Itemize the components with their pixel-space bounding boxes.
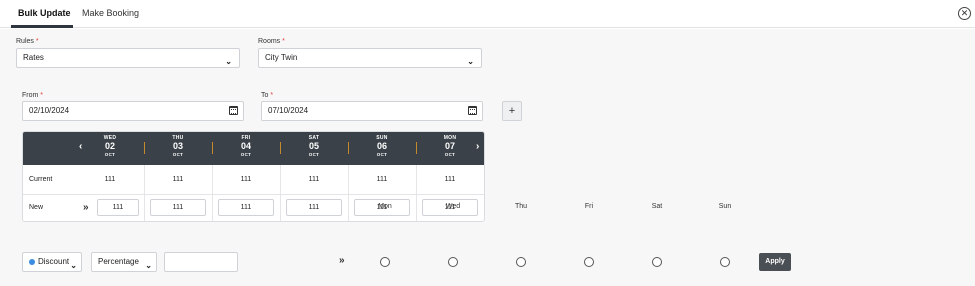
weekday-radio[interactable] — [380, 257, 390, 267]
calendar-icon[interactable] — [468, 106, 477, 115]
new-rate-input[interactable]: 111 — [150, 199, 206, 216]
row-label-new: New — [29, 204, 44, 211]
column-divider — [212, 165, 213, 221]
close-icon[interactable]: ✕ — [958, 7, 971, 20]
apply-button[interactable]: Apply — [759, 253, 791, 271]
calendar-icon[interactable] — [229, 106, 238, 115]
weekday-radio[interactable] — [448, 257, 458, 267]
weekday-radio[interactable] — [652, 257, 662, 267]
column-divider — [144, 165, 145, 221]
rooms-select[interactable]: City Twin ⌄ — [258, 48, 482, 68]
rules-select[interactable]: Rates ⌄ — [16, 48, 240, 68]
copy-across-icon[interactable]: » — [83, 202, 89, 213]
weekday-label: Thu — [514, 203, 528, 210]
new-rate-input[interactable]: 111 — [286, 199, 342, 216]
weekday-label: Fri — [584, 203, 594, 210]
to-date-input[interactable]: 07/10/2024 — [261, 101, 483, 121]
weekday-radio[interactable] — [720, 257, 730, 267]
day-header: SAT 05 OCT — [308, 135, 320, 157]
current-rate: 111 — [172, 176, 184, 183]
rooms-label: Rooms * — [258, 38, 285, 45]
day-header: THU 03 OCT — [172, 135, 184, 157]
rules-value: Rates — [23, 53, 44, 62]
column-divider — [416, 165, 417, 221]
tab-make-booking[interactable]: Make Booking — [82, 8, 139, 18]
current-rate: 111 — [444, 176, 456, 183]
day-header: MON 07 OCT — [443, 135, 457, 157]
weekday-label: Wed — [445, 203, 461, 210]
adjustment-amount-input[interactable] — [164, 252, 238, 272]
current-rate: 111 — [376, 176, 388, 183]
current-rate: 111 — [308, 176, 320, 183]
new-rate-input[interactable]: 111 — [218, 199, 274, 216]
tab-bulk-update[interactable]: Bulk Update — [18, 8, 71, 18]
weekday-label: Sun — [718, 203, 732, 210]
weekday-label: Sat — [651, 203, 663, 210]
chevron-down-icon: ⌄ — [70, 261, 77, 270]
adjustment-mode-select[interactable]: Percentage ⌄ — [91, 252, 157, 272]
column-divider — [348, 165, 349, 221]
chevron-down-icon: ⌄ — [225, 57, 232, 66]
add-date-range-button[interactable]: + — [502, 101, 522, 121]
rates-grid: ‹ › WED 02 OCT THU 03 OCT FRI 04 OCT SAT 05 OCT … — [22, 131, 485, 222]
rules-label: Rules * — [16, 38, 39, 45]
day-header: SUN 06 OCT — [376, 135, 388, 157]
status-dot-icon — [29, 259, 35, 265]
tab-bar: Bulk Update Make Booking ✕ — [0, 0, 975, 28]
current-rate: 111 — [240, 176, 252, 183]
from-label: From * — [22, 92, 44, 99]
to-label: To * — [261, 92, 274, 99]
rooms-value: City Twin — [265, 53, 298, 62]
from-date-input[interactable]: 02/10/2024 — [22, 101, 244, 121]
active-tab-indicator — [11, 25, 73, 28]
chevron-down-icon: ⌄ — [145, 261, 152, 270]
new-rate-input[interactable]: 111 — [97, 199, 139, 216]
day-header: FRI 04 OCT — [240, 135, 252, 157]
weekday-radio[interactable] — [584, 257, 594, 267]
adjustment-type-select[interactable]: Discount ⌄ — [22, 252, 82, 272]
chevron-down-icon: ⌄ — [467, 57, 474, 66]
weekday-radio[interactable] — [516, 257, 526, 267]
row-label-current: Current — [29, 176, 53, 183]
grid-header: ‹ › WED 02 OCT THU 03 OCT FRI 04 OCT SAT 05 OCT … — [23, 132, 484, 165]
apply-across-icon[interactable]: » — [339, 255, 345, 266]
current-rate: 111 — [104, 176, 116, 183]
day-header: WED 02 OCT — [103, 135, 117, 157]
column-divider — [280, 165, 281, 221]
weekday-label: Mon — [378, 203, 392, 210]
